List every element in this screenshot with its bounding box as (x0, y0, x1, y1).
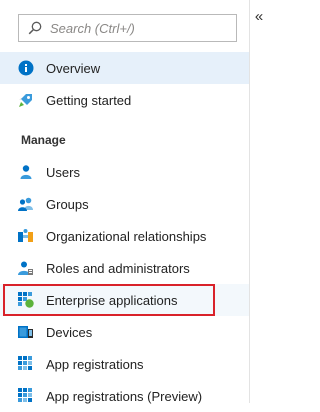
nav-item-users[interactable]: Users (0, 156, 249, 188)
section-header-manage: Manage (21, 133, 66, 147)
rocket-icon (17, 92, 34, 109)
nav-item-organizational-relationships[interactable]: Organizational relationships (0, 220, 249, 252)
nav-label-groups: Groups (46, 196, 89, 212)
org-relationships-icon (17, 228, 34, 245)
nav-item-devices[interactable]: Devices (0, 316, 249, 348)
enterprise-apps-icon (17, 292, 34, 309)
nav-item-app-registrations-preview[interactable]: App registrations (Preview) (0, 380, 249, 412)
nav-item-roles-and-administrators[interactable]: Roles and administrators (0, 252, 249, 284)
nav-label-app-registrations: App registrations (46, 356, 144, 372)
nav-label-roles-and-administrators: Roles and administrators (46, 260, 190, 276)
user-icon (17, 164, 34, 181)
roles-icon (17, 260, 34, 277)
nav-item-getting-started[interactable]: Getting started (0, 84, 249, 116)
devices-icon (17, 324, 34, 341)
search-box[interactable] (18, 14, 237, 42)
nav-label-organizational-relationships: Organizational relationships (46, 228, 207, 244)
search-input[interactable] (50, 20, 220, 36)
app-registrations-icon (17, 356, 34, 373)
app-registrations-preview-icon (17, 388, 34, 405)
nav-item-enterprise-applications[interactable]: Enterprise applications (0, 284, 249, 316)
nav-item-app-registrations[interactable]: App registrations (0, 348, 249, 380)
navigation-panel: « Overview Getting started (0, 0, 268, 404)
nav-label-users: Users (46, 164, 80, 180)
panel-divider (249, 0, 250, 403)
nav-label-devices: Devices (46, 324, 93, 340)
nav-item-groups[interactable]: Groups (0, 188, 249, 220)
group-icon (17, 196, 34, 213)
nav-item-overview[interactable]: Overview (0, 52, 249, 84)
collapse-menu-button[interactable]: « (251, 7, 267, 25)
nav-label-app-registrations-preview: App registrations (Preview) (46, 388, 203, 404)
nav-label-getting-started: Getting started (46, 92, 132, 108)
nav-label-overview: Overview (46, 60, 101, 76)
search-icon (28, 21, 42, 35)
nav-label-enterprise-applications: Enterprise applications (46, 292, 178, 308)
info-icon (17, 60, 34, 77)
